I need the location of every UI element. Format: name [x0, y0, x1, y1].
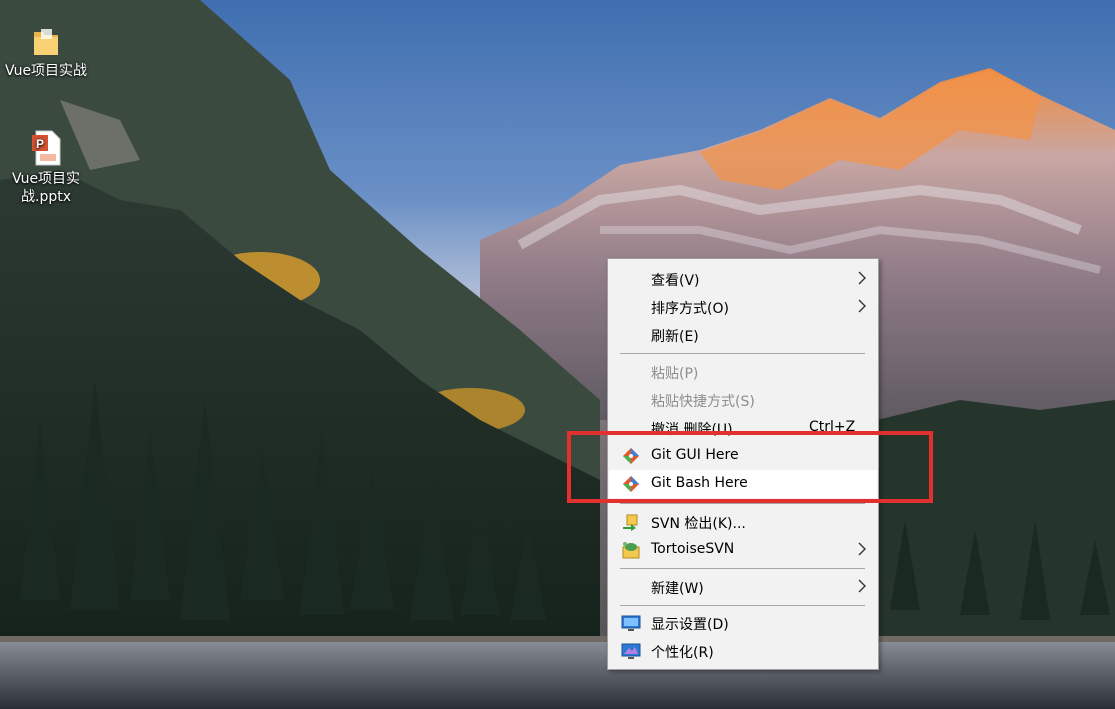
menu-separator: [620, 605, 865, 606]
personalize-icon: [621, 643, 641, 659]
desktop-icon-vue-folder[interactable]: Vue项目实战: [0, 26, 92, 80]
desktop-icon-vue-pptx[interactable]: P Vue项目实战.pptx: [0, 130, 92, 206]
menu-item-label: 显示设置(D): [651, 617, 729, 633]
menu-item-label: 粘贴快捷方式(S): [651, 394, 755, 410]
menu-item-personalize[interactable]: 个性化(R): [609, 637, 877, 665]
wallpaper-scene: [0, 0, 1115, 709]
menu-separator: [620, 503, 865, 504]
menu-item-refresh[interactable]: 刷新(E): [609, 321, 877, 349]
menu-item-label: 个性化(R): [651, 645, 714, 661]
menu-item-paste[interactable]: 粘贴(P): [609, 358, 877, 386]
menu-item-label: 查看(V): [651, 273, 700, 289]
menu-item-label: 排序方式(O): [651, 301, 729, 317]
desktop-icon-label: Vue项目实战: [4, 63, 88, 79]
menu-item-paste-shortcut[interactable]: 粘贴快捷方式(S): [609, 386, 877, 414]
menu-item-sort-by[interactable]: 排序方式(O): [609, 293, 877, 321]
menu-item-view[interactable]: 查看(V): [609, 265, 877, 293]
menu-item-label: TortoiseSVN: [651, 541, 735, 557]
menu-item-label: SVN 检出(K)...: [651, 516, 746, 532]
menu-separator: [620, 353, 865, 354]
tortoisesvn-icon: [622, 542, 640, 559]
chevron-right-icon: [858, 299, 866, 313]
folder-icon: [34, 29, 58, 55]
powerpoint-file-icon: P: [32, 130, 61, 166]
menu-item-label: 粘贴(P): [651, 366, 699, 382]
menu-item-label: 新建(W): [651, 581, 704, 597]
menu-item-new[interactable]: 新建(W): [609, 573, 877, 601]
svg-text:P: P: [36, 137, 44, 151]
svn-checkout-icon: [623, 514, 638, 531]
chevron-right-icon: [858, 579, 866, 593]
menu-separator: [620, 568, 865, 569]
desktop-icon-label: Vue项目实战.pptx: [11, 171, 81, 205]
chevron-right-icon: [858, 542, 866, 556]
menu-item-tortoisesvn[interactable]: TortoiseSVN: [609, 536, 877, 564]
menu-item-svn-checkout[interactable]: SVN 检出(K)...: [609, 508, 877, 536]
chevron-right-icon: [858, 271, 866, 285]
menu-item-label: 刷新(E): [651, 329, 699, 345]
menu-item-display-settings[interactable]: 显示设置(D): [609, 609, 877, 637]
annotation-highlight-box: [567, 431, 933, 503]
display-settings-icon: [621, 615, 641, 631]
